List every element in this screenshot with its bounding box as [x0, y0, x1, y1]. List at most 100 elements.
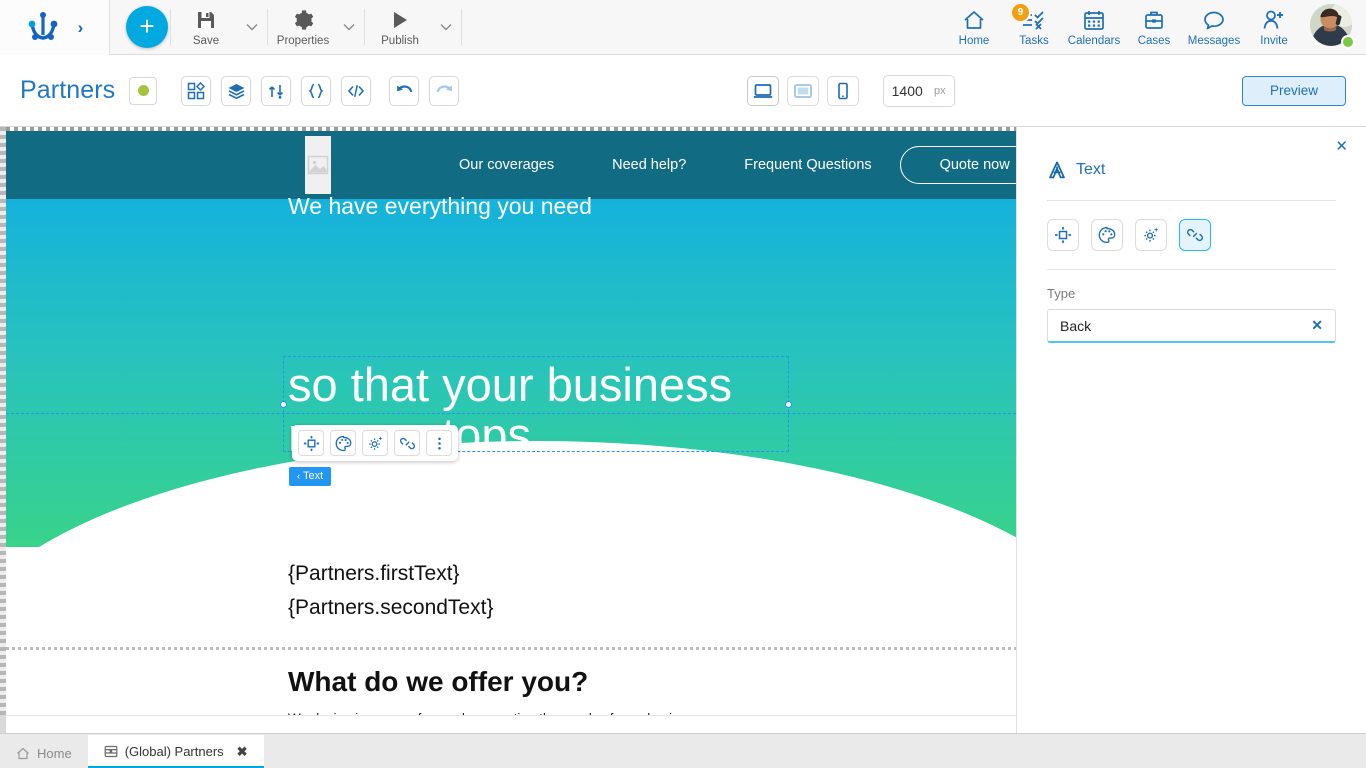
home-icon — [962, 8, 986, 32]
canvas-left-ruler — [0, 127, 6, 715]
page-canvas[interactable]: Our coverages Need help? Frequent Questi… — [6, 127, 1016, 715]
plus-icon: + — [139, 10, 155, 41]
nav-cases[interactable]: Cases — [1124, 0, 1184, 55]
site-nav-cta-button[interactable]: Quote now — [899, 146, 1016, 184]
toolbar-divider-2 — [267, 9, 268, 45]
status-badge[interactable] — [129, 76, 158, 105]
chevron-left-icon: ‹ — [297, 471, 300, 481]
nav-tasks-label: Tasks — [1019, 34, 1049, 47]
mobile-icon[interactable] — [826, 75, 859, 106]
site-navbar[interactable]: Our coverages Need help? Frequent Questi… — [6, 131, 1016, 199]
merge-field-block[interactable]: {Partners.firstText} {Partners.secondTex… — [288, 547, 1016, 625]
move-icon[interactable] — [298, 430, 324, 456]
properties-dropdown-caret[interactable] — [336, 0, 362, 55]
anchor-logo-icon[interactable] — [26, 11, 60, 43]
nav-home-label: Home — [958, 34, 990, 47]
page-content-block: {Partners.firstText} {Partners.secondTex… — [6, 547, 1016, 715]
canvas-width-unit: px — [934, 84, 946, 97]
toolbar-divider-4 — [461, 9, 462, 45]
tablet-icon[interactable] — [786, 75, 819, 106]
nav-calendars-label: Calendars — [1067, 34, 1121, 47]
merge-field-second: {Partners.secondText} — [288, 596, 494, 620]
alignment-guide — [6, 413, 1016, 414]
settings-sparkle-icon[interactable] — [362, 430, 388, 456]
image-placeholder-icon[interactable] — [305, 136, 331, 194]
flows-icon[interactable] — [261, 75, 292, 106]
panel-tab-group — [1017, 201, 1366, 251]
properties-button[interactable]: Properties — [270, 0, 336, 55]
variables-braces-icon[interactable] — [301, 75, 332, 106]
panel-tab-settings-sparkle-icon[interactable] — [1135, 219, 1167, 251]
home-outline-icon — [16, 747, 30, 760]
type-field[interactable]: Back ✕ — [1047, 309, 1336, 343]
close-icon[interactable]: ✕ — [1335, 139, 1348, 154]
selected-element-tag[interactable]: ‹ Text — [289, 467, 332, 486]
nav-messages[interactable]: Messages — [1184, 0, 1244, 55]
preview-label: Preview — [1269, 83, 1318, 98]
nav-invite-label: Invite — [1260, 34, 1288, 47]
components-grid-icon[interactable] — [181, 75, 212, 106]
canvas-width-input[interactable]: 1400 px — [882, 74, 955, 107]
type-field-label: Type — [1047, 286, 1076, 301]
history-group — [389, 75, 460, 106]
app-root: › + Save Properties Publish Home 9 Tasks… — [0, 0, 1366, 768]
device-preview-group — [746, 75, 859, 106]
bottom-tab-home-label: Home — [37, 745, 72, 761]
offer-section[interactable]: What do we offer you? We design insuranc… — [288, 650, 1016, 715]
gear-icon — [292, 7, 314, 31]
section-boundary-top — [6, 127, 1016, 131]
text-element-icon — [1047, 160, 1067, 180]
selected-element-tag-label: Text — [303, 470, 324, 482]
merge-field-first: {Partners.firstText} — [288, 562, 460, 585]
nav-calendars[interactable]: Calendars — [1064, 0, 1124, 55]
bottom-tab-partners-label: (Global) Partners — [124, 744, 224, 759]
person-add-icon — [1262, 8, 1286, 32]
save-button[interactable]: Save — [173, 0, 239, 55]
layers-icon[interactable] — [221, 75, 252, 106]
add-button[interactable]: + — [126, 6, 168, 48]
redo-icon[interactable] — [429, 75, 460, 106]
desktop-icon[interactable] — [746, 75, 779, 106]
online-status-dot — [1341, 35, 1355, 49]
nav-cases-label: Cases — [1137, 34, 1171, 47]
bottom-tab-bar: Home (Global) Partners ✖ — [0, 733, 1366, 768]
avatar[interactable] — [1310, 4, 1356, 50]
palette-icon[interactable] — [330, 430, 356, 456]
publish-dropdown-caret[interactable] — [433, 0, 459, 55]
close-tab-icon[interactable]: ✖ — [237, 744, 248, 760]
panel-title: Text — [1076, 161, 1106, 178]
nav-invite[interactable]: Invite — [1244, 0, 1304, 55]
chevron-right-icon[interactable]: › — [78, 19, 84, 36]
preview-button[interactable]: Preview — [1241, 75, 1346, 106]
save-dropdown-caret[interactable] — [239, 0, 265, 55]
site-nav-link-faq[interactable]: Frequent Questions — [744, 157, 871, 173]
panel-tab-move-icon[interactable] — [1047, 219, 1079, 251]
site-nav-link-help[interactable]: Need help? — [612, 157, 686, 173]
offer-title: What do we offer you? — [288, 666, 589, 698]
panel-tab-link-icon[interactable] — [1179, 219, 1211, 251]
speech-bubble-icon — [1202, 8, 1226, 32]
hero-section[interactable]: Our coverages Need help? Frequent Questi… — [6, 131, 1016, 547]
undo-icon[interactable] — [389, 75, 420, 106]
link-icon[interactable] — [394, 430, 420, 456]
floppy-disk-icon — [195, 7, 217, 31]
tasks-badge: 9 — [1012, 3, 1029, 21]
clear-icon[interactable]: ✕ — [1311, 317, 1323, 334]
bottom-tab-partners[interactable]: (Global) Partners ✖ — [87, 735, 264, 768]
status-dot — [137, 85, 149, 96]
toolbar-divider-1 — [170, 9, 171, 45]
element-floating-toolbar — [292, 425, 458, 461]
toolbar-divider-3 — [364, 9, 365, 45]
panel-tab-palette-icon[interactable] — [1091, 219, 1123, 251]
nav-tasks[interactable]: 9 Tasks — [1004, 0, 1064, 55]
publish-button[interactable]: Publish — [367, 0, 433, 55]
site-nav-link-coverages[interactable]: Our coverages — [459, 157, 554, 173]
source-code-icon[interactable] — [341, 75, 372, 106]
briefcase-icon — [1143, 8, 1165, 32]
hero-subheading[interactable]: We have everything you need — [288, 193, 592, 220]
type-field-value: Back — [1060, 317, 1092, 334]
global-nav: Home 9 Tasks Calendars Cases Messages In… — [944, 0, 1366, 55]
bottom-tab-home[interactable]: Home — [0, 738, 88, 768]
more-vertical-icon[interactable] — [426, 430, 452, 456]
nav-home[interactable]: Home — [944, 0, 1004, 55]
